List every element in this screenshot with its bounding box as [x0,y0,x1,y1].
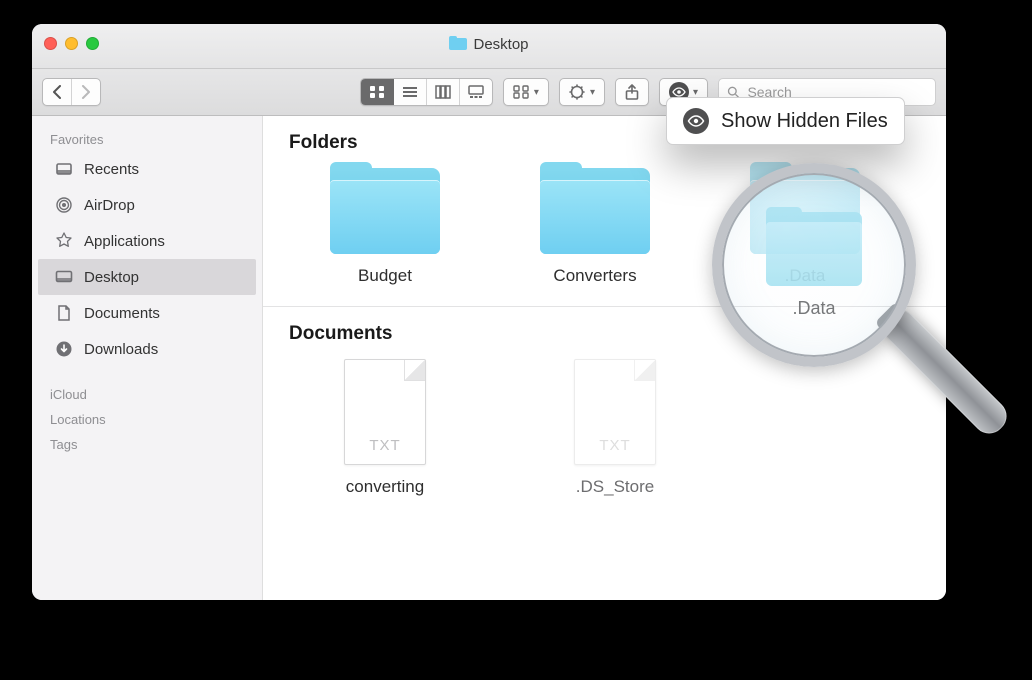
file-label: converting [346,477,424,497]
sidebar-section-locations[interactable]: Locations [32,406,262,431]
folders-grid: Budget Converters .Data [287,168,922,286]
airdrop-icon [54,195,74,215]
gallery-view-button[interactable] [460,79,492,105]
applications-icon [54,231,74,251]
sidebar-item-recents[interactable]: Recents [32,151,262,187]
folder-icon [540,168,650,254]
file-ext: TXT [575,437,655,454]
view-mode-switcher [360,78,493,106]
window-title-label: Desktop [473,36,528,53]
documents-grid: TXT converting TXT .DS_Store [287,359,922,497]
show-hidden-popover[interactable]: Show Hidden Files [666,97,905,145]
list-view-button[interactable] [394,79,427,105]
sidebar-label: Documents [84,305,160,322]
file-label: .DS_Store [576,477,654,497]
downloads-icon [54,339,74,359]
folder-converters[interactable]: Converters [525,168,665,286]
sidebar-item-downloads[interactable]: Downloads [32,331,262,367]
sidebar: Favorites Recents AirDrop Applications [32,116,263,600]
sidebar-item-desktop[interactable]: Desktop [38,259,256,295]
action-menu-button[interactable]: ▾ [559,78,605,106]
file-converting[interactable]: TXT converting [315,359,455,497]
sidebar-section-icloud[interactable]: iCloud [32,381,262,406]
zoom-button[interactable] [86,37,99,50]
file-ds-store[interactable]: TXT .DS_Store [545,359,685,497]
document-icon: TXT [344,359,426,465]
sidebar-item-documents[interactable]: Documents [32,295,262,331]
folder-icon [750,168,860,254]
group-by-button[interactable]: ▾ [503,78,549,106]
forward-button[interactable] [72,79,100,105]
file-ext: TXT [345,437,425,454]
sidebar-item-airdrop[interactable]: AirDrop [32,187,262,223]
chevron-down-icon: ▾ [534,87,539,98]
folder-data[interactable]: .Data [735,168,875,286]
sidebar-label: Applications [84,233,165,250]
sidebar-item-applications[interactable]: Applications [32,223,262,259]
file-label: Budget [358,266,412,286]
group-title: Documents [289,323,922,345]
sidebar-section-favorites: Favorites [32,126,262,151]
recents-icon [54,159,74,179]
sidebar-label: Desktop [84,269,139,286]
icon-view-button[interactable] [361,79,394,105]
sidebar-section-tags[interactable]: Tags [32,431,262,456]
nav-back-forward [42,78,101,106]
close-button[interactable] [44,37,57,50]
folder-budget[interactable]: Budget [315,168,455,286]
chevron-down-icon: ▾ [590,87,595,98]
documents-icon [54,303,74,323]
desktop-icon [54,267,74,287]
file-label: .Data [785,266,826,286]
titlebar: Desktop [32,24,946,69]
sidebar-label: Recents [84,161,139,178]
window-body: Favorites Recents AirDrop Applications [32,116,946,600]
minimize-button[interactable] [65,37,78,50]
folder-icon [330,168,440,254]
folder-icon [449,36,467,50]
sidebar-label: AirDrop [84,197,135,214]
document-icon: TXT [574,359,656,465]
share-button[interactable] [615,78,649,106]
window-title: Desktop [32,36,946,53]
back-button[interactable] [43,79,72,105]
column-view-button[interactable] [427,79,460,105]
popover-label: Show Hidden Files [721,110,888,133]
chevron-down-icon: ▾ [693,87,698,98]
file-label: Converters [553,266,636,286]
window-controls [44,37,99,50]
content-area: Folders Budget Converters [263,116,946,600]
group-documents: Documents TXT converting TXT .DS_Store [263,307,946,517]
eye-icon [683,108,709,134]
sidebar-label: Downloads [84,341,158,358]
